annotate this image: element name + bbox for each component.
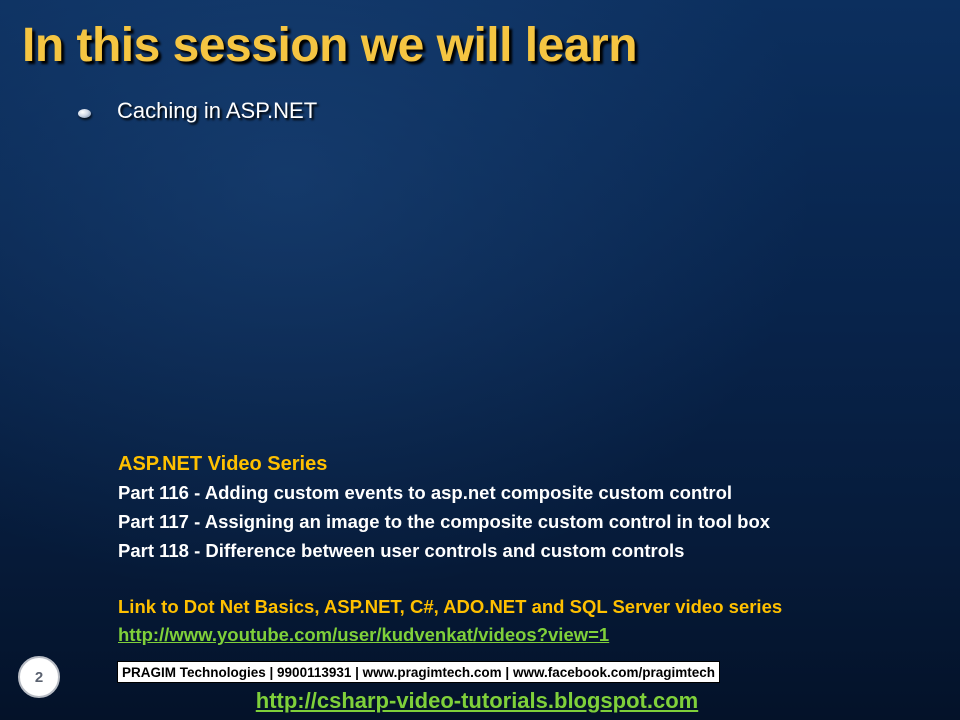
bullet-text: Caching in ASP.NET xyxy=(117,98,318,123)
series-part-116: Part 116 - Adding custom events to asp.n… xyxy=(118,482,733,503)
slide-title: In this session we will learn xyxy=(22,19,638,72)
contact-bar: PRAGIM Technologies | 9900113931 | www.p… xyxy=(117,661,721,683)
blog-link[interactable]: http://csharp-video-tutorials.blogspot.c… xyxy=(0,688,954,714)
bullet-list: Caching in ASP.NET xyxy=(78,98,317,124)
slide: { "slide": { "title": "In this session w… xyxy=(0,0,960,720)
youtube-link[interactable]: http://www.youtube.com/user/kudvenkat/vi… xyxy=(118,621,782,649)
bullet-icon xyxy=(78,108,91,118)
series-link-caption: Link to Dot Net Basics, ASP.NET, C#, ADO… xyxy=(118,596,783,617)
video-series-block: ASP.NET Video Series Part 116 - Adding c… xyxy=(118,450,782,649)
series-part-118: Part 118 - Difference between user contr… xyxy=(118,540,685,561)
series-part-117: Part 117 - Assigning an image to the com… xyxy=(118,511,771,532)
series-heading: ASP.NET Video Series xyxy=(118,453,328,475)
bullet-item: Caching in ASP.NET xyxy=(78,98,317,124)
